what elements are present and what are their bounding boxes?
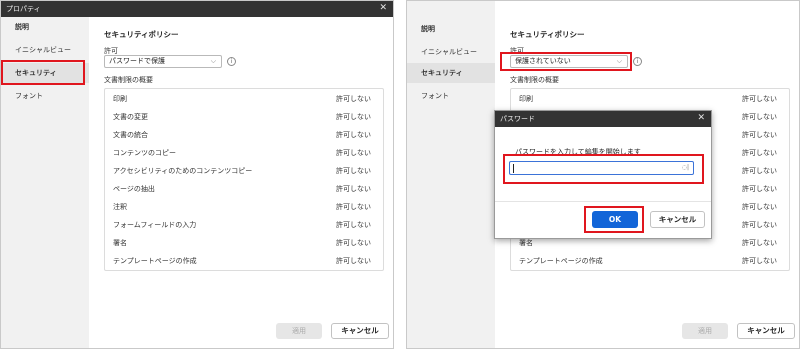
chevron-down-icon: ⌵ xyxy=(616,57,622,65)
row-value: 許可しない xyxy=(742,167,777,175)
sidebar: 説明 イニシャルビュー セキュリティ フォント xyxy=(407,1,495,348)
row-value: 許可しない xyxy=(336,239,371,247)
password-dialog: パスワード ✕ パスワードを入力して編集を開始します ◌| OK キャンセル xyxy=(494,110,712,239)
row-value: 許可しない xyxy=(742,239,777,247)
table-row: 文書の統合 許可しない xyxy=(105,126,383,144)
password-input[interactable]: ◌| xyxy=(509,161,694,175)
sidebar-item-initial-view[interactable]: イニシャルビュー xyxy=(1,40,89,60)
table-row: 署名 許可しない xyxy=(105,234,383,252)
table-row: アクセシビリティのためのコンテンツコピー 許可しない xyxy=(105,162,383,180)
row-name: ページの抽出 xyxy=(113,185,155,193)
table-row: ページの抽出 許可しない xyxy=(105,180,383,198)
dialog-title: パスワード xyxy=(500,115,535,123)
sidebar-item-description[interactable]: 説明 xyxy=(407,19,495,39)
summary-title: 文書制限の概要 xyxy=(104,76,153,84)
row-name: 署名 xyxy=(113,239,127,247)
permission-select-value: パスワードで保護 xyxy=(109,57,165,65)
row-name: 文書の統合 xyxy=(113,131,148,139)
table-row: 文書の変更 許可しない xyxy=(105,108,383,126)
table-row: 注釈 許可しない xyxy=(105,198,383,216)
row-value: 許可しない xyxy=(336,203,371,211)
info-icon[interactable]: i xyxy=(227,57,236,66)
table-row: テンプレートページの作成 許可しない xyxy=(105,252,383,270)
row-value: 許可しない xyxy=(336,167,371,175)
sidebar-item-security[interactable]: セキュリティ xyxy=(407,63,495,83)
dialog-title-bar: パスワード ✕ xyxy=(495,111,711,127)
apply-button[interactable]: 適用 xyxy=(682,323,728,339)
close-icon[interactable]: ✕ xyxy=(379,3,387,13)
chevron-down-icon: ⌵ xyxy=(210,57,216,65)
row-name: フォームフィールドの入力 xyxy=(113,221,197,229)
restrictions-table: 印刷 許可しない 文書の変更 許可しない 文書の統合 許可しない コンテンツのコピー許… xyxy=(104,88,384,271)
sidebar-item-initial-view[interactable]: イニシャルビュー xyxy=(407,42,495,62)
table-row: テンプレートページの作成 許可しない xyxy=(511,252,789,270)
section-title: セキュリティポリシー xyxy=(510,30,585,39)
permission-select[interactable]: 保護されていない ⌵ xyxy=(510,55,628,68)
row-value: 許可しない xyxy=(742,221,777,229)
sidebar-item-security[interactable]: セキュリティ xyxy=(1,63,89,83)
row-value: 許可しない xyxy=(742,149,777,157)
row-name: 印刷 xyxy=(519,95,533,103)
row-value: 許可しない xyxy=(742,257,777,265)
row-value: 許可しない xyxy=(742,95,777,103)
permission-select[interactable]: パスワードで保護 ⌵ xyxy=(104,55,222,68)
permission-select-value: 保護されていない xyxy=(515,57,571,65)
divider xyxy=(495,201,711,202)
table-row: コンテンツのコピー 許可しない xyxy=(105,144,383,162)
row-value: 許可しない xyxy=(336,257,371,265)
sidebar-item-description[interactable]: 説明 xyxy=(1,17,89,37)
row-name: 注釈 xyxy=(113,203,127,211)
summary-title: 文書制限の概要 xyxy=(510,76,559,84)
row-value: 許可しない xyxy=(336,95,371,103)
dialog-cancel-button[interactable]: キャンセル xyxy=(650,211,705,228)
section-title: セキュリティポリシー xyxy=(104,30,179,39)
row-name: 文書の変更 xyxy=(113,113,148,121)
security-panel: セキュリティポリシー 許可 パスワードで保護 ⌵ i 文書制限の概要 印刷 許可し… xyxy=(89,17,393,348)
table-row: 印刷 許可しない xyxy=(105,90,383,108)
ok-button[interactable]: OK xyxy=(592,211,638,228)
row-value: 許可しない xyxy=(742,131,777,139)
sidebar-item-fonts[interactable]: フォント xyxy=(1,86,89,106)
row-value: 許可しない xyxy=(336,221,371,229)
table-row: フォームフィールドの入力 許可しない xyxy=(105,216,383,234)
close-icon[interactable]: ✕ xyxy=(697,113,705,123)
row-value: 許可しない xyxy=(336,131,371,139)
sidebar-item-fonts[interactable]: フォント xyxy=(407,86,495,106)
row-value: 許可しない xyxy=(336,149,371,157)
row-name: テンプレートページの作成 xyxy=(113,257,197,265)
row-name: コンテンツのコピー xyxy=(113,149,176,157)
row-name: テンプレートページの作成 xyxy=(519,257,603,265)
row-value: 許可しない xyxy=(336,113,371,121)
properties-window-left: プロパティ ✕ 説明 イニシャルビュー セキュリティ フォント セキュリティポリ… xyxy=(0,0,394,349)
text-caret xyxy=(513,164,514,173)
row-value: 許可しない xyxy=(742,113,777,121)
eye-toggle-icon[interactable]: ◌| xyxy=(682,164,689,171)
row-value: 許可しない xyxy=(336,185,371,193)
row-name: 印刷 xyxy=(113,95,127,103)
info-icon[interactable]: i xyxy=(633,57,642,66)
row-name: アクセシビリティのためのコンテンツコピー xyxy=(113,167,253,175)
password-prompt: パスワードを入力して編集を開始します xyxy=(515,148,641,156)
apply-button[interactable]: 適用 xyxy=(276,323,322,339)
title-bar: プロパティ ✕ xyxy=(1,1,393,17)
cancel-button[interactable]: キャンセル xyxy=(737,323,795,339)
window-title: プロパティ xyxy=(6,5,41,13)
cancel-button[interactable]: キャンセル xyxy=(331,323,389,339)
row-value: 許可しない xyxy=(742,203,777,211)
row-value: 許可しない xyxy=(742,185,777,193)
table-row: 印刷 許可しない xyxy=(511,90,789,108)
sidebar: 説明 イニシャルビュー セキュリティ フォント xyxy=(1,17,89,348)
